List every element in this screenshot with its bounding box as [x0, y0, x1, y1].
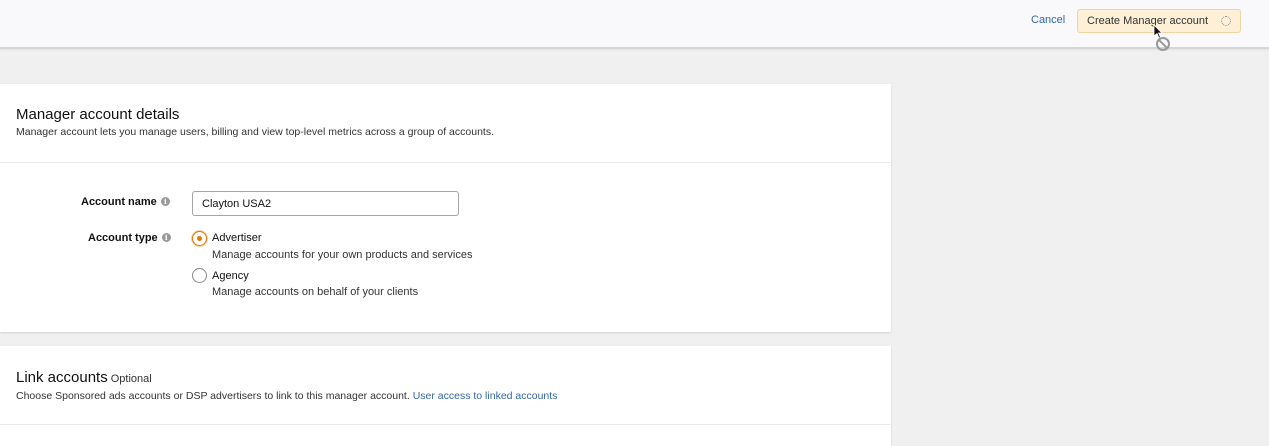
- advertiser-description: Manage accounts for your own products an…: [212, 249, 473, 261]
- create-button-label: Create Manager account: [1087, 15, 1209, 27]
- link-accounts-title-text: Link accounts: [16, 369, 108, 386]
- link-accounts-description: Choose Sponsored ads accounts or DSP adv…: [16, 390, 891, 402]
- details-description: Manager account lets you manage users, b…: [16, 126, 494, 138]
- link-accounts-title: Link accounts Optional: [16, 370, 891, 387]
- user-access-linked-accounts-link[interactable]: User access to linked accounts: [413, 390, 558, 402]
- info-icon[interactable]: i: [160, 197, 170, 206]
- agency-label[interactable]: Agency: [212, 270, 249, 282]
- mouse-cursor-icon: [1153, 24, 1170, 51]
- agency-radio[interactable]: [192, 268, 207, 283]
- link-accounts-description-text: Choose Sponsored ads accounts or DSP adv…: [16, 390, 410, 402]
- info-icon[interactable]: i: [161, 233, 171, 242]
- account-name-label-text: Account name: [81, 196, 157, 208]
- manager-account-details-card: Manager account details Manager account …: [0, 84, 891, 332]
- cancel-link[interactable]: Cancel: [1031, 14, 1065, 26]
- loading-spinner-icon: [1221, 16, 1231, 26]
- details-title: Manager account details: [16, 106, 180, 123]
- details-header: Manager account details Manager account …: [0, 84, 891, 163]
- advertiser-label[interactable]: Advertiser: [212, 232, 262, 244]
- advertiser-radio[interactable]: [192, 231, 207, 246]
- optional-tag: Optional: [110, 373, 152, 385]
- account-name-input[interactable]: [192, 191, 459, 216]
- link-accounts-header: Link accounts Optional Choose Sponsored a…: [0, 346, 891, 425]
- link-accounts-card: Link accounts Optional Choose Sponsored a…: [0, 346, 891, 446]
- account-name-label: Account name i: [81, 196, 170, 208]
- account-type-label: Account type i: [88, 232, 171, 244]
- agency-description: Manage accounts on behalf of your client…: [212, 286, 419, 298]
- top-action-bar: Cancel Create Manager account: [0, 0, 1269, 49]
- account-type-label-text: Account type: [88, 232, 158, 244]
